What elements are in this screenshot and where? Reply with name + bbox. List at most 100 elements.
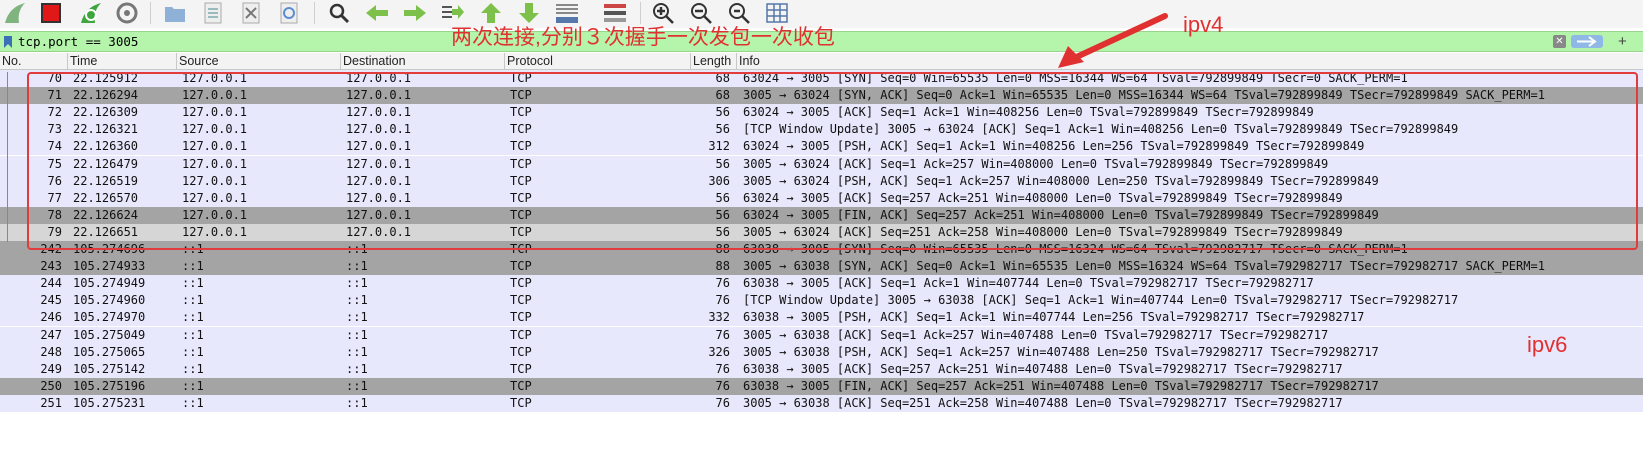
annotation-ipv4: ipv4 xyxy=(1183,12,1224,37)
packet-row[interactable]: 245 105.274960::1::1 TCP 76 [TCP Window Upda… xyxy=(0,292,1643,310)
column-header-length[interactable]: Length xyxy=(691,53,737,69)
cell-no: 73 xyxy=(47,122,62,137)
cell-time: 105.274970 xyxy=(73,310,146,325)
packet-row[interactable]: 248 105.275065::1::1 TCP 326 3005 → 63038 [P… xyxy=(0,343,1643,361)
packet-row[interactable]: 76 22.126519 127.0.0.1 127.0.0.1 TCP 306 3005 … xyxy=(0,172,1643,190)
cell-no: 75 xyxy=(47,156,62,171)
cell-protocol: TCP xyxy=(510,224,532,239)
cell-info: 63038 → 3005 [FIN, ACK] Seq=257 Ack=251 … xyxy=(743,378,1379,393)
cell-no: 246 xyxy=(40,310,62,325)
conversation-bracket xyxy=(7,72,8,242)
shark-fin-start-icon[interactable] xyxy=(2,0,28,26)
cell-info: 3005 → 63038 [SYN, ACK] Seq=0 Ack=1 Win=… xyxy=(743,259,1545,274)
cell-protocol: TCP xyxy=(510,156,532,171)
clear-filter-icon[interactable]: ✕ xyxy=(1553,35,1566,48)
cell-destination: ::1 xyxy=(346,361,368,376)
cell-protocol: TCP xyxy=(510,71,532,85)
cell-length: 56 xyxy=(715,224,730,239)
packet-row[interactable]: 243 105.274933::1::1 TCP 88 3005 → 63038 [SY… xyxy=(0,258,1643,276)
cell-length: 326 xyxy=(708,344,730,359)
save-file-icon[interactable] xyxy=(200,0,226,26)
packet-row[interactable]: 244 105.274949::1::1 TCP 76 63038 → 3005 [AC… xyxy=(0,275,1643,293)
cell-destination: ::1 xyxy=(346,344,368,359)
cell-source: ::1 xyxy=(182,293,204,308)
cell-info: 3005 → 63024 [ACK] Seq=1 Ack=257 Win=408… xyxy=(743,156,1329,171)
cell-protocol: TCP xyxy=(510,190,532,205)
cell-protocol: TCP xyxy=(510,395,532,410)
column-header-destination[interactable]: Destination xyxy=(341,53,505,69)
column-header-protocol[interactable]: Protocol xyxy=(505,53,691,69)
packet-row[interactable]: 77 22.126570 127.0.0.1 127.0.0.1 TCP 56 63024 … xyxy=(0,189,1643,207)
cell-time: 105.274696 xyxy=(73,242,146,256)
go-back-icon[interactable] xyxy=(364,0,390,26)
reload-icon[interactable] xyxy=(276,0,302,26)
stop-capture-icon[interactable] xyxy=(38,0,64,26)
packet-row[interactable]: 74 22.126360 127.0.0.1 127.0.0.1 TCP 312 63024… xyxy=(0,138,1643,156)
packet-row[interactable]: 249 105.275142::1::1 TCP 76 63038 → 3005 [AC… xyxy=(0,360,1643,378)
restart-capture-icon[interactable] xyxy=(78,0,104,26)
cell-destination: ::1 xyxy=(346,310,368,325)
cell-no: 71 xyxy=(47,88,62,103)
apply-filter-icon[interactable] xyxy=(1571,35,1603,48)
cell-length: 306 xyxy=(708,173,730,188)
capture-options-icon[interactable] xyxy=(114,0,140,26)
packet-row[interactable]: 242 105.274696::1::1 TCP 88 63038 → 3005 [SY… xyxy=(0,241,1643,258)
cell-protocol: TCP xyxy=(510,105,532,120)
cell-info: 63038 → 3005 [ACK] Seq=257 Ack=251 Win=4… xyxy=(743,361,1343,376)
cell-info: 63038 → 3005 [PSH, ACK] Seq=1 Ack=1 Win=… xyxy=(743,310,1365,325)
packet-row[interactable]: 70 22.125912 127.0.0.1 127.0.0.1 TCP 68 63024 … xyxy=(0,70,1643,87)
cell-info: 63024 → 3005 [ACK] Seq=1 Ack=1 Win=40825… xyxy=(743,105,1314,120)
annotation-arrow xyxy=(1058,13,1168,68)
cell-info: 3005 → 63038 [PSH, ACK] Seq=1 Ack=257 Wi… xyxy=(743,344,1379,359)
close-file-icon[interactable] xyxy=(238,0,264,26)
cell-length: 332 xyxy=(708,310,730,325)
packet-row[interactable]: 247 105.275049::1::1 TCP 76 3005 → 63038 [AC… xyxy=(0,326,1643,344)
cell-info: [TCP Window Update] 3005 → 63024 [ACK] S… xyxy=(743,122,1459,137)
bookmark-icon[interactable] xyxy=(3,35,13,54)
column-header-time[interactable]: Time xyxy=(68,53,177,69)
packet-row[interactable]: 75 22.126479 127.0.0.1 127.0.0.1 TCP 56 3005 →… xyxy=(0,155,1643,173)
cell-time: 105.275049 xyxy=(73,327,146,342)
cell-length: 76 xyxy=(715,276,730,291)
cell-no: 78 xyxy=(47,207,62,222)
column-header-source[interactable]: Source xyxy=(177,53,341,69)
packet-row[interactable]: 251 105.275231::1::1 TCP 76 3005 → 63038 [AC… xyxy=(0,394,1643,412)
column-header-no[interactable]: No. xyxy=(0,53,68,69)
packet-row[interactable]: 73 22.126321 127.0.0.1 127.0.0.1 TCP 56 [TCP W… xyxy=(0,121,1643,139)
packet-row[interactable]: 78 22.126624 127.0.0.1 127.0.0.1 TCP 56 63024 … xyxy=(0,206,1643,224)
cell-time: 105.274933 xyxy=(73,259,146,274)
cell-length: 56 xyxy=(715,156,730,171)
cell-time: 22.125912 xyxy=(73,71,139,85)
packet-row[interactable]: 79 22.126651 127.0.0.1 127.0.0.1 TCP 56 3005 →… xyxy=(0,223,1643,241)
add-filter-icon[interactable]: + xyxy=(1618,33,1627,50)
cell-no: 249 xyxy=(40,361,62,376)
cell-source: ::1 xyxy=(182,344,204,359)
packet-row[interactable]: 246 105.274970::1::1 TCP 332 63038 → 3005 [P… xyxy=(0,309,1643,327)
cell-time: 22.126309 xyxy=(73,105,139,120)
cell-length: 76 xyxy=(715,361,730,376)
cell-info: 63024 → 3005 [ACK] Seq=257 Ack=251 Win=4… xyxy=(743,190,1343,205)
cell-info: 63038 → 3005 [ACK] Seq=1 Ack=1 Win=40774… xyxy=(743,276,1314,291)
cell-protocol: TCP xyxy=(510,173,532,188)
column-header-info[interactable]: Info xyxy=(737,53,1643,69)
open-file-icon[interactable] xyxy=(162,0,188,26)
cell-time: 22.126651 xyxy=(73,224,139,239)
cell-no: 243 xyxy=(40,259,62,274)
cell-destination: 127.0.0.1 xyxy=(346,190,412,205)
packet-row[interactable]: 71 22.126294 127.0.0.1 127.0.0.1 TCP 68 3005 →… xyxy=(0,87,1643,105)
cell-length: 88 xyxy=(715,259,730,274)
packet-row[interactable]: 250 105.275196::1::1 TCP 76 63038 → 3005 [FI… xyxy=(0,377,1643,395)
packet-row[interactable]: 72 22.126309 127.0.0.1 127.0.0.1 TCP 56 63024 … xyxy=(0,104,1643,122)
find-packet-icon[interactable] xyxy=(326,0,352,26)
cell-length: 76 xyxy=(715,378,730,393)
cell-time: 105.275231 xyxy=(73,395,146,410)
cell-length: 312 xyxy=(708,139,730,154)
cell-destination: 127.0.0.1 xyxy=(346,71,412,85)
go-forward-icon[interactable] xyxy=(402,0,428,26)
display-filter-input[interactable] xyxy=(18,32,438,51)
packet-list-header: No. Time Source Destination Protocol Len… xyxy=(0,53,1643,70)
cell-destination: ::1 xyxy=(346,327,368,342)
cell-length: 76 xyxy=(715,293,730,308)
cell-time: 22.126321 xyxy=(73,122,139,137)
cell-protocol: TCP xyxy=(510,88,532,103)
